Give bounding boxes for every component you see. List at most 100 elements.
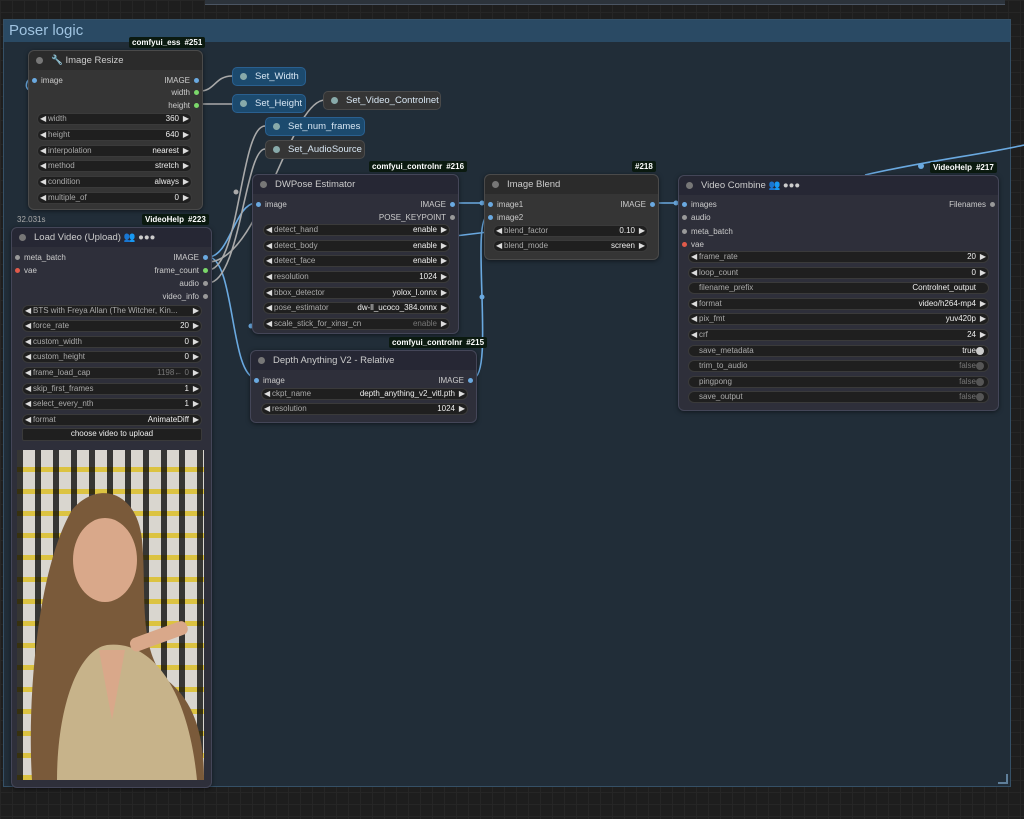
- toggle-pingpong[interactable]: pingpong false: [688, 376, 989, 388]
- widget-custom-width[interactable]: ◀ custom_width 0 ▶: [22, 336, 202, 348]
- widget-blend-factor[interactable]: ◀ blend_factor 0.10 ▶: [493, 225, 648, 237]
- toggle-trim-to-audio[interactable]: trim_to_audio false: [688, 360, 989, 372]
- set-video-controlnet-node[interactable]: Set_Video_Controlnet: [323, 91, 441, 110]
- collapse-dot[interactable]: [492, 181, 499, 188]
- input-image2[interactable]: image2: [488, 213, 523, 222]
- widget-ckpt-name[interactable]: ◀ ckpt_name depth_anything_v2_vitl.pth ▶: [261, 388, 468, 400]
- input-image[interactable]: image: [32, 76, 63, 85]
- input-image[interactable]: image: [254, 376, 285, 385]
- input-audio[interactable]: audio: [682, 213, 711, 222]
- set-height-node[interactable]: Set_Height: [232, 94, 306, 113]
- widget-crf[interactable]: ◀ crf 24 ▶: [688, 329, 989, 341]
- dwpose-header[interactable]: DWPose Estimator: [253, 175, 458, 194]
- widget-bbox-detector[interactable]: ◀ bbox_detector yolox_l.onnx ▶: [263, 287, 450, 299]
- widget-custom-height[interactable]: ◀ custom_height 0 ▶: [22, 351, 202, 363]
- toggle-save-metadata[interactable]: save_metadata true: [688, 345, 989, 357]
- collapse-dot[interactable]: [36, 57, 43, 64]
- dots-icon: ●●●: [782, 180, 801, 191]
- output-image[interactable]: IMAGE: [438, 376, 473, 385]
- widget-detect-body[interactable]: ◀ detect_body enable ▶: [263, 240, 450, 252]
- widget-height[interactable]: ◀ height 640 ▶: [37, 129, 192, 141]
- depth-title: Depth Anything V2 - Relative: [273, 355, 395, 366]
- image-resize-badge: comfyui_ess #251: [129, 37, 206, 48]
- widget-resolution[interactable]: ◀ resolution 1024 ▶: [261, 403, 468, 415]
- video-combine-badge: VideoHelp #217: [930, 162, 997, 173]
- output-image[interactable]: IMAGE: [164, 76, 199, 85]
- load-video-title: Load Video (Upload): [34, 232, 121, 243]
- input-vae[interactable]: vae: [682, 240, 704, 249]
- widget-loop-count[interactable]: ◀ loop_count 0 ▶: [688, 267, 989, 279]
- widget-multiple-of[interactable]: ◀ multiple_of 0 ▶: [37, 192, 192, 204]
- widget-resolution[interactable]: ◀ resolution 1024 ▶: [263, 271, 450, 283]
- execution-time: 32.031s: [17, 215, 46, 224]
- input-image[interactable]: image: [256, 200, 287, 209]
- collapse-dot[interactable]: [19, 234, 26, 241]
- output-frame-count[interactable]: frame_count: [155, 266, 208, 275]
- video-combine-header[interactable]: Video Combine 👥 ●●●: [679, 176, 998, 195]
- video-combine-title: Video Combine: [701, 180, 766, 191]
- link-loadvideo-depth: [207, 256, 257, 379]
- blend-header[interactable]: Image Blend: [485, 175, 658, 194]
- widget-skip-first-frames[interactable]: ◀ skip_first_frames 1 ▶: [22, 383, 202, 395]
- load-video-header[interactable]: Load Video (Upload) 👥 ●●●: [12, 228, 211, 247]
- output-image[interactable]: IMAGE: [620, 200, 655, 209]
- widget-video-file[interactable]: ◀ BTS with Freya Allan (The Witcher, Kin.…: [22, 305, 202, 317]
- dots-icon: ●●●: [138, 232, 156, 243]
- output-image[interactable]: IMAGE: [420, 200, 455, 209]
- widget-format[interactable]: ◀ format video/h264-mp4 ▶: [688, 298, 989, 310]
- widget-pose-estimator[interactable]: ◀ pose_estimator dw-ll_ucoco_384.onnx ▶: [263, 302, 450, 314]
- collapse-dot[interactable]: [686, 182, 693, 189]
- widget-force-rate[interactable]: ◀ force_rate 20 ▶: [22, 320, 202, 332]
- collapse-dot[interactable]: [260, 181, 267, 188]
- image-resize-node[interactable]: 🔧 Image Resize image IMAGE width height …: [28, 50, 203, 210]
- choose-video-button[interactable]: choose video to upload: [22, 428, 202, 441]
- collapse-dot[interactable]: [258, 357, 265, 364]
- image-blend-node[interactable]: Image Blend image1 image2 IMAGE ◀ blend_f…: [484, 174, 659, 260]
- image-resize-header[interactable]: 🔧 Image Resize: [29, 51, 202, 70]
- output-video-info[interactable]: video_info: [163, 292, 208, 301]
- depth-header[interactable]: Depth Anything V2 - Relative: [251, 351, 476, 370]
- users-icon: 👥: [123, 232, 136, 243]
- widget-select-every-nth[interactable]: ◀ select_every_nth 1 ▶: [22, 398, 202, 410]
- widget-filename-prefix[interactable]: filename_prefix Controlnet_output: [688, 282, 989, 294]
- output-pose-keypoint[interactable]: POSE_KEYPOINT: [379, 213, 455, 222]
- link-resize-width: [199, 75, 233, 92]
- set-width-node[interactable]: Set_Width: [232, 67, 306, 86]
- input-meta-batch[interactable]: meta_batch: [15, 253, 66, 262]
- widget-pix-fmt[interactable]: ◀ pix_fmt yuv420p ▶: [688, 313, 989, 325]
- input-image1[interactable]: image1: [488, 200, 523, 209]
- person-figure: [30, 493, 204, 780]
- widget-format[interactable]: ◀ format AnimateDiff ▶: [22, 414, 202, 426]
- input-images[interactable]: images: [682, 200, 717, 209]
- output-image[interactable]: IMAGE: [173, 253, 208, 262]
- output-width[interactable]: width: [171, 88, 199, 97]
- wrench-icon: 🔧: [51, 55, 63, 66]
- video-preview[interactable]: [17, 450, 204, 780]
- widget-frame-load-cap[interactable]: ◀ frame_load_cap 1198← 0 ▶: [22, 367, 202, 379]
- output-audio[interactable]: audio: [179, 279, 208, 288]
- load-video-badge: VideoHelp #223: [142, 214, 209, 225]
- input-vae[interactable]: vae: [15, 266, 37, 275]
- set-audiosource-node[interactable]: Set_AudioSource: [265, 140, 365, 159]
- widget-width[interactable]: ◀ width 360 ▶: [37, 113, 192, 125]
- set-num-frames-node[interactable]: Set_num_frames: [265, 117, 365, 136]
- dwpose-estimator-node[interactable]: DWPose Estimator image IMAGE POSE_KEYPOI…: [252, 174, 459, 334]
- widget-detect-hand[interactable]: ◀ detect_hand enable ▶: [263, 224, 450, 236]
- video-combine-node[interactable]: Video Combine 👥 ●●● images audio meta_ba…: [678, 175, 999, 411]
- widget-interpolation[interactable]: ◀ interpolation nearest ▶: [37, 145, 192, 157]
- output-filenames[interactable]: Filenames: [949, 200, 995, 209]
- widget-scale-stick[interactable]: ◀ scale_stick_for_xinsr_cn enable ▶: [263, 318, 450, 330]
- widget-blend-mode[interactable]: ◀ blend_mode screen ▶: [493, 240, 648, 252]
- depth-badge: comfyui_controlnr #215: [389, 337, 488, 348]
- output-height[interactable]: height: [168, 101, 199, 110]
- widget-method[interactable]: ◀ method stretch ▶: [37, 160, 192, 172]
- widget-condition[interactable]: ◀ condition always ▶: [37, 176, 192, 188]
- depth-anything-node[interactable]: Depth Anything V2 - Relative image IMAGE…: [250, 350, 477, 423]
- widget-detect-face[interactable]: ◀ detect_face enable ▶: [263, 255, 450, 267]
- input-meta-batch[interactable]: meta_batch: [682, 227, 733, 236]
- blend-badge: #218: [632, 161, 656, 172]
- toggle-save-output[interactable]: save_output false: [688, 391, 989, 403]
- widget-frame-rate[interactable]: ◀ frame_rate 20 ▶: [688, 251, 989, 263]
- blend-title: Image Blend: [507, 179, 561, 190]
- dwpose-title: DWPose Estimator: [275, 179, 356, 190]
